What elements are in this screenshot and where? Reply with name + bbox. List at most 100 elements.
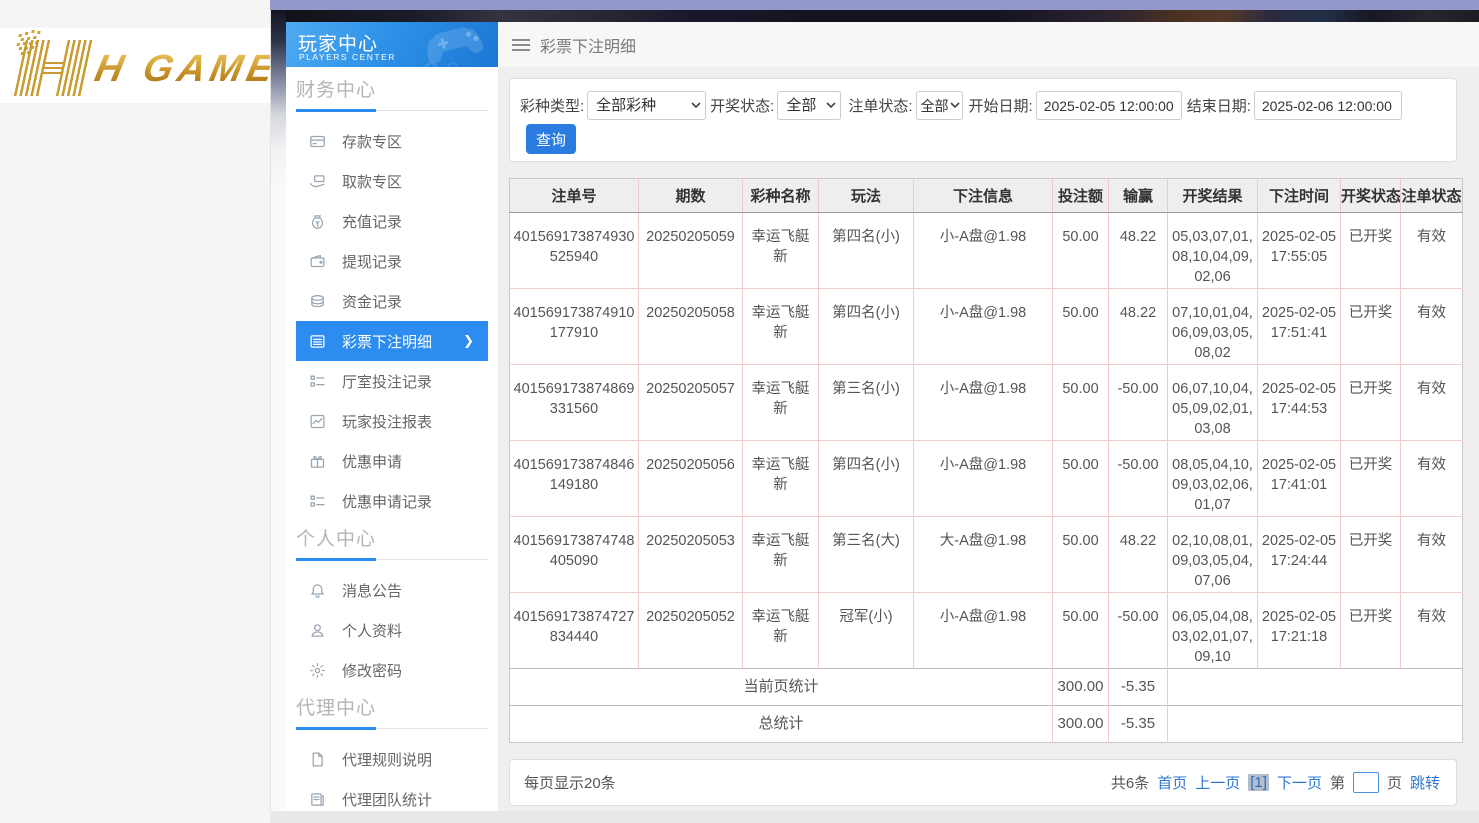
person-icon bbox=[309, 622, 326, 639]
table-cell: -50.00 bbox=[1109, 593, 1168, 669]
table-row: 40156917387493052594020250205059幸运飞艇新第四名… bbox=[510, 213, 1463, 289]
table-cell: 已开奖 bbox=[1341, 289, 1401, 365]
table-cell: 20250205057 bbox=[639, 365, 743, 441]
menu-toggle-icon[interactable] bbox=[512, 39, 530, 51]
gift-icon bbox=[309, 453, 326, 470]
jump-prefix-label: 第 bbox=[1330, 772, 1345, 793]
summary-bet-total: 300.00 bbox=[1053, 669, 1109, 706]
column-header: 期数 bbox=[639, 179, 743, 213]
table-cell: 401569173874930525940 bbox=[510, 213, 639, 289]
table-cell: 已开奖 bbox=[1341, 365, 1401, 441]
bet-status-select[interactable]: 全部 bbox=[916, 91, 963, 120]
page-size-text: 每页显示20条 bbox=[524, 772, 616, 793]
table-cell: 20250205058 bbox=[639, 289, 743, 365]
table-cell: 幸运飞艇新 bbox=[743, 289, 819, 365]
sidebar-item-代理规则说明[interactable]: 代理规则说明 bbox=[296, 739, 488, 779]
book-stats-icon bbox=[309, 791, 326, 808]
table-cell: 2025-02-05 17:44:53 bbox=[1258, 365, 1341, 441]
column-header: 开奖状态 bbox=[1341, 179, 1401, 213]
sidebar-section-label: 代理中心 bbox=[296, 698, 488, 720]
sidebar-item-资金记录[interactable]: 资金记录 bbox=[296, 281, 488, 321]
table-cell: 20250205052 bbox=[639, 593, 743, 669]
hand-money-icon bbox=[309, 173, 326, 190]
summary-label: 当前页统计 bbox=[510, 669, 1053, 706]
sidebar-item-个人资料[interactable]: 个人资料 bbox=[296, 610, 488, 650]
sidebar-item-存款专区[interactable]: 存款专区 bbox=[296, 121, 488, 161]
column-header: 注单状态 bbox=[1401, 179, 1463, 213]
sidebar-item-彩票下注明细[interactable]: 彩票下注明细❯ bbox=[296, 321, 488, 361]
logo-dots-decoration bbox=[18, 34, 22, 37]
gear-icon bbox=[309, 662, 326, 679]
gamepad-icon bbox=[410, 22, 498, 67]
sidebar-item-消息公告[interactable]: 消息公告 bbox=[296, 570, 488, 610]
column-header: 输赢 bbox=[1109, 179, 1168, 213]
bell-icon bbox=[309, 582, 326, 599]
sidebar-item-取款专区[interactable]: 取款专区 bbox=[296, 161, 488, 201]
start-date-label: 开始日期: bbox=[969, 95, 1033, 116]
summary-winloss-total: -5.35 bbox=[1109, 669, 1168, 706]
jump-button[interactable]: 跳转 bbox=[1410, 772, 1440, 793]
sidebar: 玩家中心 PLAYERS CENTER 财务中心存款专区取款专区充值记录提现记录… bbox=[286, 22, 498, 811]
sidebar-item-优惠申请记录[interactable]: 优惠申请记录 bbox=[296, 481, 488, 521]
table-cell: 第三名(大) bbox=[819, 517, 914, 593]
table-cell: 小-A盘@1.98 bbox=[914, 289, 1053, 365]
brand-logo: H GAME bbox=[3, 34, 270, 100]
table-cell: 第四名(小) bbox=[819, 441, 914, 517]
table-cell: 大-A盘@1.98 bbox=[914, 517, 1053, 593]
prev-page-link[interactable]: 上一页 bbox=[1195, 772, 1240, 793]
column-header: 下注信息 bbox=[914, 179, 1053, 213]
end-date-input[interactable] bbox=[1254, 91, 1402, 120]
sidebar-item-label: 代理团队统计 bbox=[342, 789, 432, 810]
top-purple-strip bbox=[270, 0, 1479, 10]
sidebar-item-label: 取款专区 bbox=[342, 171, 402, 192]
filter-panel: 彩种类型: 全部彩种 开奖状态: 全部 注单状态: 全部 开始日期: 结束日期:… bbox=[509, 78, 1457, 162]
page-number-input[interactable] bbox=[1353, 772, 1379, 793]
topbar: 彩票下注明细 bbox=[498, 22, 1479, 67]
table-row: 40156917387486933156020250205057幸运飞艇新第三名… bbox=[510, 365, 1463, 441]
sidebar-item-厅室投注记录[interactable]: 厅室投注记录 bbox=[296, 361, 488, 401]
table-cell: 05,03,07,01,08,10,04,09,02,06 bbox=[1168, 213, 1258, 289]
wallet-icon bbox=[309, 253, 326, 270]
sidebar-item-label: 厅室投注记录 bbox=[342, 371, 432, 392]
table-cell: 2025-02-05 17:41:01 bbox=[1258, 441, 1341, 517]
total-count-text: 共6条 bbox=[1111, 772, 1149, 793]
search-button[interactable]: 查询 bbox=[526, 124, 576, 154]
table-cell: 幸运飞艇新 bbox=[743, 441, 819, 517]
table-cell: 50.00 bbox=[1053, 289, 1109, 365]
sidebar-subtitle: PLAYERS CENTER bbox=[299, 52, 396, 62]
sidebar-item-玩家投注报表[interactable]: 玩家投注报表 bbox=[296, 401, 488, 441]
page-title: 彩票下注明细 bbox=[540, 33, 636, 57]
table-cell: 小-A盘@1.98 bbox=[914, 441, 1053, 517]
table-cell: 401569173874910177910 bbox=[510, 289, 639, 365]
column-header: 投注额 bbox=[1053, 179, 1109, 213]
lottery-type-select[interactable]: 全部彩种 bbox=[587, 91, 706, 120]
sidebar-item-label: 优惠申请 bbox=[342, 451, 402, 472]
first-page-link[interactable]: 首页 bbox=[1157, 772, 1187, 793]
summary-row: 当前页统计300.00-5.35 bbox=[510, 669, 1463, 706]
table-cell: 20250205059 bbox=[639, 213, 743, 289]
sidebar-item-修改密码[interactable]: 修改密码 bbox=[296, 650, 488, 690]
sidebar-item-提现记录[interactable]: 提现记录 bbox=[296, 241, 488, 281]
sidebar-item-label: 提现记录 bbox=[342, 251, 402, 272]
table-cell: 50.00 bbox=[1053, 213, 1109, 289]
draw-status-select[interactable]: 全部 bbox=[777, 91, 841, 120]
summary-empty bbox=[1168, 706, 1463, 743]
bottom-strip bbox=[270, 811, 1479, 823]
sidebar-item-优惠申请[interactable]: 优惠申请 bbox=[296, 441, 488, 481]
section-underline bbox=[296, 109, 488, 112]
sidebar-item-label: 彩票下注明细 bbox=[342, 331, 432, 352]
logo-band: H GAME bbox=[0, 28, 270, 103]
sidebar-item-充值记录[interactable]: 充值记录 bbox=[296, 201, 488, 241]
sidebar-item-label: 个人资料 bbox=[342, 620, 402, 641]
next-page-link[interactable]: 下一页 bbox=[1277, 772, 1322, 793]
table-row: 40156917387474840509020250205053幸运飞艇新第三名… bbox=[510, 517, 1463, 593]
top-dark-strip bbox=[270, 10, 1479, 22]
table-cell: 50.00 bbox=[1053, 517, 1109, 593]
table-cell: 50.00 bbox=[1053, 365, 1109, 441]
logo-striped-h-right-stem bbox=[56, 40, 94, 96]
table-cell: 401569173874748405090 bbox=[510, 517, 639, 593]
list-check-icon bbox=[309, 373, 326, 390]
start-date-input[interactable] bbox=[1036, 91, 1182, 120]
sidebar-item-代理团队统计[interactable]: 代理团队统计 bbox=[296, 779, 488, 811]
table-cell: 401569173874846149180 bbox=[510, 441, 639, 517]
